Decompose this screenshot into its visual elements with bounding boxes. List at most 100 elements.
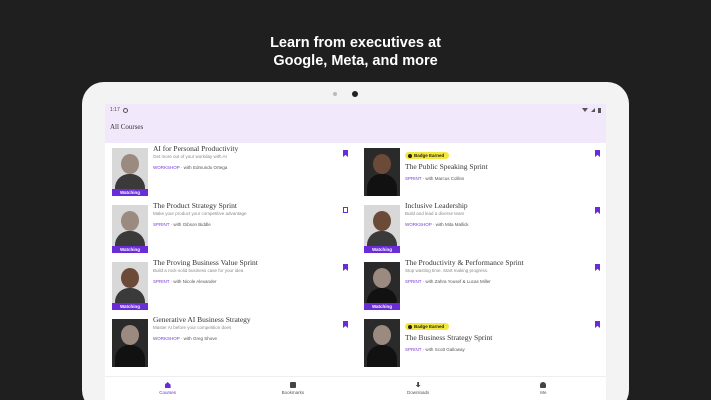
bookmark-icon[interactable] [595,150,600,157]
course-type: SPRINT [405,176,422,181]
nav-courses[interactable]: Courses [105,377,230,400]
course-card[interactable]: Badge Earned The Public Speaking Sprint … [364,144,604,200]
app-bar: All Courses [105,116,606,143]
nav-downloads[interactable]: Downloads [356,377,481,400]
instructor-photo [364,319,400,367]
bookmark-icon[interactable] [343,150,348,157]
instructor-name: Edmundo Ortega [192,165,228,170]
course-type: SPRINT [405,279,422,284]
course-type: SPRINT [153,279,170,284]
instructor-photo: Watching [112,262,148,310]
badge-icon [408,153,412,158]
status-bar: 1:17 [105,104,606,116]
headline-line-1: Learn from executives at [270,35,441,51]
course-card[interactable]: Watching The Proving Business Value Spri… [112,258,352,314]
with-label: · with [422,347,434,352]
course-meta: SPRINT · with Nicole Alexander [153,279,333,284]
course-title: The Public Speaking Sprint [405,162,488,171]
with-label: · with [432,222,444,227]
course-card[interactable]: Watching AI for Personal Productivity Ge… [112,144,352,200]
nav-label: Bookmarks [281,390,305,395]
course-description: Build and lead a diverse team [405,211,465,216]
course-description: Make your product your competitive advan… [153,211,247,216]
course-card[interactable]: Watching The Product Strategy Sprint Mak… [112,201,352,257]
instructor-photo [112,319,148,367]
course-meta: SPRINT · with Scott Galloway [405,347,585,352]
course-description: Master AI before your competition does [153,325,232,330]
with-label: · with [422,279,434,284]
book-icon [289,382,296,388]
course-title: AI for Personal Productivity [153,144,239,153]
course-card[interactable]: Watching Inclusive Leadership Build and … [364,201,604,257]
badge-earned: Badge Earned [405,152,450,159]
course-type: SPRINT [153,222,170,227]
course-card[interactable]: Generative AI Business Strategy Master A… [112,315,352,371]
badge-label: Badge Earned [414,153,445,158]
bookmark-icon[interactable] [343,264,348,271]
instructor-name: Nicole Alexander [182,279,217,284]
course-meta: SPRINT · with Gibson Biddle [153,222,333,227]
instructor-name: Scott Galloway [434,347,465,352]
course-title: The Product Strategy Sprint [153,201,237,210]
course-title: The Business Strategy Sprint [405,333,493,342]
user-icon [540,382,547,388]
download-icon [415,382,421,388]
course-type: WORKSHOP [153,165,180,170]
with-label: · with [170,279,182,284]
course-meta: WORKSHOP · with Greg Shove [153,336,333,341]
course-type: WORKSHOP [153,336,180,341]
bottom-navigation: Courses Bookmarks Downloads Me [105,376,606,400]
instructor-photo: Watching [364,262,400,310]
bookmark-icon[interactable] [595,321,600,328]
course-title: The Productivity & Performance Sprint [405,258,524,267]
course-title: The Proving Business Value Sprint [153,258,258,267]
instructor-name: Gibson Biddle [182,222,211,227]
signal-icon [591,108,595,112]
course-meta: SPRINT · with Zahra Yousef & Lucas Mille… [405,279,585,284]
course-title: Generative AI Business Strategy [153,315,251,324]
course-meta: WORKSHOP · with Edmundo Ortega [153,165,333,170]
badge-label: Badge Earned [414,324,445,329]
instructor-photo [364,148,400,196]
course-type: SPRINT [405,347,422,352]
bookmark-outline-icon[interactable] [343,207,348,213]
instructor-photo: Watching [364,205,400,253]
course-card[interactable]: Watching The Productivity & Performance … [364,258,604,314]
course-card[interactable]: Badge Earned The Business Strategy Sprin… [364,315,604,371]
instructor-name: Mita Mallick [444,222,469,227]
instructor-name: Greg Shove [192,336,217,341]
status-time: 1:17 [110,107,120,113]
nav-label: Me [540,390,547,395]
app-screen: 1:17 All Courses Watching AI for Persona… [105,104,606,400]
course-title: Inclusive Leadership [405,201,468,210]
course-description: Get more out of your workday with AI [153,154,227,159]
camera-lens [352,91,358,97]
watching-label: Watching [112,246,148,253]
course-description: Build a rock-solid business case for you… [153,268,244,273]
watching-label: Watching [112,189,148,196]
settings-icon [122,107,128,113]
nav-me[interactable]: Me [481,377,606,400]
course-type: WORKSHOP [405,222,432,227]
bookmark-icon[interactable] [343,321,348,328]
with-label: · with [170,222,182,227]
sensor-dot [333,92,337,96]
battery-icon [598,107,601,113]
watching-label: Watching [112,303,148,310]
course-description: Stop wasting time. Start making progress… [405,268,489,273]
headline-line-2: Google, Meta, and more [273,53,438,69]
bookmark-icon[interactable] [595,264,600,271]
badge-earned: Badge Earned [405,323,450,330]
with-label: · with [422,176,434,181]
page-title: All Courses [110,123,144,131]
bookmark-icon[interactable] [595,207,600,214]
nav-label: Courses [159,390,176,395]
with-label: · with [180,165,192,170]
nav-bookmarks[interactable]: Bookmarks [230,377,355,400]
course-meta: SPRINT · with Marcus Collins [405,176,585,181]
watching-label: Watching [364,303,400,310]
instructor-name: Marcus Collins [434,176,465,181]
badge-icon [408,324,412,329]
home-icon [164,382,171,388]
promo-headline: Learn from executives at Google, Meta, a… [0,34,711,70]
